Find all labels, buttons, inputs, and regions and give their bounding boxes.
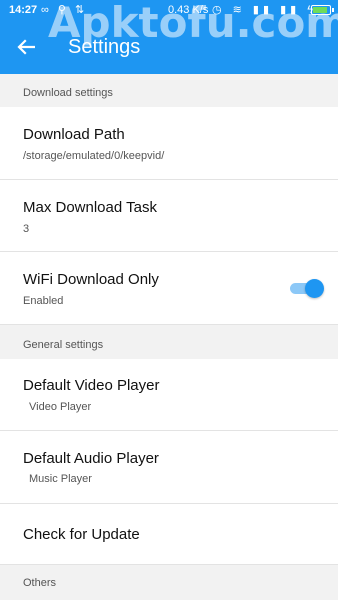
wifi-only-toggle[interactable]	[288, 277, 324, 299]
download-path-title: Download Path	[23, 126, 125, 143]
download-path-value: /storage/emulated/0/keepvid/	[23, 150, 165, 162]
status-time: 14:27	[9, 4, 38, 16]
section-header-others: Others	[0, 565, 338, 600]
section-header-download: Download settings	[0, 74, 338, 107]
page-title: Settings	[68, 36, 141, 58]
setting-max-download-task[interactable]: Max Download Task 3	[0, 180, 338, 252]
setting-default-video-player[interactable]: Default Video Player Video Player	[0, 359, 338, 431]
setting-default-audio-player[interactable]: Default Audio Player Music Player	[0, 431, 338, 504]
app-bar: 14:27 ∞ ⚲ ⇅ 0.43 K/s ◷ ≋ ▮▮ ▮▮ ϟ Apktofu…	[0, 0, 338, 74]
arrow-back-icon	[17, 39, 35, 55]
setting-check-for-update[interactable]: Check for Update	[0, 504, 338, 565]
back-button[interactable]	[12, 34, 40, 60]
video-player-value: Video Player	[29, 401, 92, 413]
check-update-title: Check for Update	[23, 526, 140, 543]
wifi-only-value: Enabled	[23, 295, 64, 307]
video-player-title: Default Video Player	[23, 377, 160, 394]
audio-player-title: Default Audio Player	[23, 450, 159, 467]
section-header-general: General settings	[0, 325, 338, 359]
setting-wifi-download-only[interactable]: WiFi Download Only Enabled	[0, 252, 338, 325]
setting-download-path[interactable]: Download Path /storage/emulated/0/keepvi…	[0, 107, 338, 180]
audio-player-value: Music Player	[29, 473, 92, 485]
wifi-only-title: WiFi Download Only	[23, 271, 159, 288]
max-task-title: Max Download Task	[23, 199, 157, 216]
max-task-value: 3	[23, 223, 30, 235]
